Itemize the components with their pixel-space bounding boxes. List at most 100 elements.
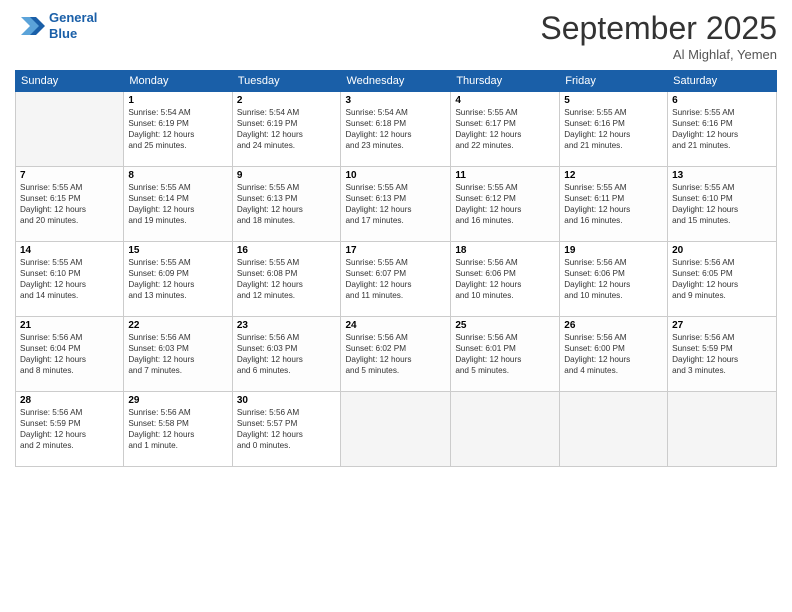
- weekday-header: Tuesday: [232, 71, 341, 92]
- day-info: Sunrise: 5:56 AM Sunset: 6:02 PM Dayligh…: [345, 332, 446, 376]
- day-number: 4: [455, 95, 555, 106]
- day-info: Sunrise: 5:56 AM Sunset: 6:03 PM Dayligh…: [128, 332, 227, 376]
- logo-text: General Blue: [49, 10, 97, 41]
- day-info: Sunrise: 5:56 AM Sunset: 5:59 PM Dayligh…: [672, 332, 772, 376]
- day-number: 22: [128, 320, 227, 331]
- day-number: 11: [455, 170, 555, 181]
- calendar-cell: 15Sunrise: 5:55 AM Sunset: 6:09 PM Dayli…: [124, 242, 232, 317]
- month-title: September 2025: [540, 10, 777, 47]
- day-number: 6: [672, 95, 772, 106]
- day-number: 7: [20, 170, 119, 181]
- calendar-cell: 21Sunrise: 5:56 AM Sunset: 6:04 PM Dayli…: [16, 317, 124, 392]
- calendar-week-row: 28Sunrise: 5:56 AM Sunset: 5:59 PM Dayli…: [16, 392, 777, 467]
- day-number: 23: [237, 320, 337, 331]
- day-number: 13: [672, 170, 772, 181]
- calendar-cell: 7Sunrise: 5:55 AM Sunset: 6:15 PM Daylig…: [16, 167, 124, 242]
- day-number: 20: [672, 245, 772, 256]
- day-info: Sunrise: 5:56 AM Sunset: 5:58 PM Dayligh…: [128, 407, 227, 451]
- day-number: 25: [455, 320, 555, 331]
- calendar-cell: 1Sunrise: 5:54 AM Sunset: 6:19 PM Daylig…: [124, 92, 232, 167]
- day-number: 5: [564, 95, 663, 106]
- day-info: Sunrise: 5:56 AM Sunset: 6:05 PM Dayligh…: [672, 257, 772, 301]
- calendar-cell: 24Sunrise: 5:56 AM Sunset: 6:02 PM Dayli…: [341, 317, 451, 392]
- calendar-cell: 22Sunrise: 5:56 AM Sunset: 6:03 PM Dayli…: [124, 317, 232, 392]
- calendar-cell: 19Sunrise: 5:56 AM Sunset: 6:06 PM Dayli…: [560, 242, 668, 317]
- day-info: Sunrise: 5:56 AM Sunset: 6:03 PM Dayligh…: [237, 332, 337, 376]
- page: General Blue September 2025 Al Mighlaf, …: [0, 0, 792, 612]
- calendar-cell: 6Sunrise: 5:55 AM Sunset: 6:16 PM Daylig…: [668, 92, 777, 167]
- calendar-cell: 20Sunrise: 5:56 AM Sunset: 6:05 PM Dayli…: [668, 242, 777, 317]
- calendar-cell: 30Sunrise: 5:56 AM Sunset: 5:57 PM Dayli…: [232, 392, 341, 467]
- day-number: 27: [672, 320, 772, 331]
- location: Al Mighlaf, Yemen: [540, 47, 777, 62]
- day-info: Sunrise: 5:55 AM Sunset: 6:13 PM Dayligh…: [345, 182, 446, 226]
- day-number: 2: [237, 95, 337, 106]
- day-info: Sunrise: 5:55 AM Sunset: 6:16 PM Dayligh…: [672, 107, 772, 151]
- day-number: 14: [20, 245, 119, 256]
- day-info: Sunrise: 5:54 AM Sunset: 6:19 PM Dayligh…: [128, 107, 227, 151]
- weekday-header-row: SundayMondayTuesdayWednesdayThursdayFrid…: [16, 71, 777, 92]
- day-number: 15: [128, 245, 227, 256]
- calendar-cell: 2Sunrise: 5:54 AM Sunset: 6:19 PM Daylig…: [232, 92, 341, 167]
- calendar-cell: 13Sunrise: 5:55 AM Sunset: 6:10 PM Dayli…: [668, 167, 777, 242]
- day-info: Sunrise: 5:55 AM Sunset: 6:13 PM Dayligh…: [237, 182, 337, 226]
- day-info: Sunrise: 5:56 AM Sunset: 6:06 PM Dayligh…: [455, 257, 555, 301]
- day-info: Sunrise: 5:55 AM Sunset: 6:10 PM Dayligh…: [20, 257, 119, 301]
- calendar-cell: [560, 392, 668, 467]
- calendar-cell: 17Sunrise: 5:55 AM Sunset: 6:07 PM Dayli…: [341, 242, 451, 317]
- weekday-header: Saturday: [668, 71, 777, 92]
- day-info: Sunrise: 5:55 AM Sunset: 6:17 PM Dayligh…: [455, 107, 555, 151]
- day-info: Sunrise: 5:55 AM Sunset: 6:08 PM Dayligh…: [237, 257, 337, 301]
- day-number: 10: [345, 170, 446, 181]
- day-number: 9: [237, 170, 337, 181]
- weekday-header: Monday: [124, 71, 232, 92]
- calendar-cell: 23Sunrise: 5:56 AM Sunset: 6:03 PM Dayli…: [232, 317, 341, 392]
- day-info: Sunrise: 5:54 AM Sunset: 6:19 PM Dayligh…: [237, 107, 337, 151]
- logo-icon: [15, 11, 45, 41]
- calendar-cell: [668, 392, 777, 467]
- calendar-cell: 5Sunrise: 5:55 AM Sunset: 6:16 PM Daylig…: [560, 92, 668, 167]
- calendar-cell: 11Sunrise: 5:55 AM Sunset: 6:12 PM Dayli…: [451, 167, 560, 242]
- day-number: 8: [128, 170, 227, 181]
- day-number: 19: [564, 245, 663, 256]
- day-number: 29: [128, 395, 227, 406]
- day-number: 1: [128, 95, 227, 106]
- calendar-cell: 8Sunrise: 5:55 AM Sunset: 6:14 PM Daylig…: [124, 167, 232, 242]
- calendar-cell: 4Sunrise: 5:55 AM Sunset: 6:17 PM Daylig…: [451, 92, 560, 167]
- calendar-cell: 9Sunrise: 5:55 AM Sunset: 6:13 PM Daylig…: [232, 167, 341, 242]
- day-info: Sunrise: 5:55 AM Sunset: 6:10 PM Dayligh…: [672, 182, 772, 226]
- weekday-header: Wednesday: [341, 71, 451, 92]
- day-info: Sunrise: 5:55 AM Sunset: 6:09 PM Dayligh…: [128, 257, 227, 301]
- calendar-cell: 26Sunrise: 5:56 AM Sunset: 6:00 PM Dayli…: [560, 317, 668, 392]
- logo: General Blue: [15, 10, 97, 41]
- day-number: 21: [20, 320, 119, 331]
- day-info: Sunrise: 5:56 AM Sunset: 5:59 PM Dayligh…: [20, 407, 119, 451]
- day-number: 28: [20, 395, 119, 406]
- calendar-cell: [341, 392, 451, 467]
- calendar-cell: 29Sunrise: 5:56 AM Sunset: 5:58 PM Dayli…: [124, 392, 232, 467]
- calendar-table: SundayMondayTuesdayWednesdayThursdayFrid…: [15, 70, 777, 467]
- weekday-header: Friday: [560, 71, 668, 92]
- calendar-cell: 10Sunrise: 5:55 AM Sunset: 6:13 PM Dayli…: [341, 167, 451, 242]
- calendar-week-row: 21Sunrise: 5:56 AM Sunset: 6:04 PM Dayli…: [16, 317, 777, 392]
- calendar-cell: [451, 392, 560, 467]
- day-info: Sunrise: 5:55 AM Sunset: 6:15 PM Dayligh…: [20, 182, 119, 226]
- day-number: 26: [564, 320, 663, 331]
- day-number: 17: [345, 245, 446, 256]
- calendar-cell: 18Sunrise: 5:56 AM Sunset: 6:06 PM Dayli…: [451, 242, 560, 317]
- calendar-cell: 12Sunrise: 5:55 AM Sunset: 6:11 PM Dayli…: [560, 167, 668, 242]
- day-info: Sunrise: 5:55 AM Sunset: 6:12 PM Dayligh…: [455, 182, 555, 226]
- day-number: 18: [455, 245, 555, 256]
- calendar-week-row: 1Sunrise: 5:54 AM Sunset: 6:19 PM Daylig…: [16, 92, 777, 167]
- day-number: 30: [237, 395, 337, 406]
- day-info: Sunrise: 5:55 AM Sunset: 6:07 PM Dayligh…: [345, 257, 446, 301]
- calendar-week-row: 7Sunrise: 5:55 AM Sunset: 6:15 PM Daylig…: [16, 167, 777, 242]
- weekday-header: Sunday: [16, 71, 124, 92]
- day-info: Sunrise: 5:56 AM Sunset: 5:57 PM Dayligh…: [237, 407, 337, 451]
- day-info: Sunrise: 5:56 AM Sunset: 6:01 PM Dayligh…: [455, 332, 555, 376]
- calendar-cell: 14Sunrise: 5:55 AM Sunset: 6:10 PM Dayli…: [16, 242, 124, 317]
- day-info: Sunrise: 5:55 AM Sunset: 6:14 PM Dayligh…: [128, 182, 227, 226]
- calendar-cell: [16, 92, 124, 167]
- weekday-header: Thursday: [451, 71, 560, 92]
- day-info: Sunrise: 5:56 AM Sunset: 6:04 PM Dayligh…: [20, 332, 119, 376]
